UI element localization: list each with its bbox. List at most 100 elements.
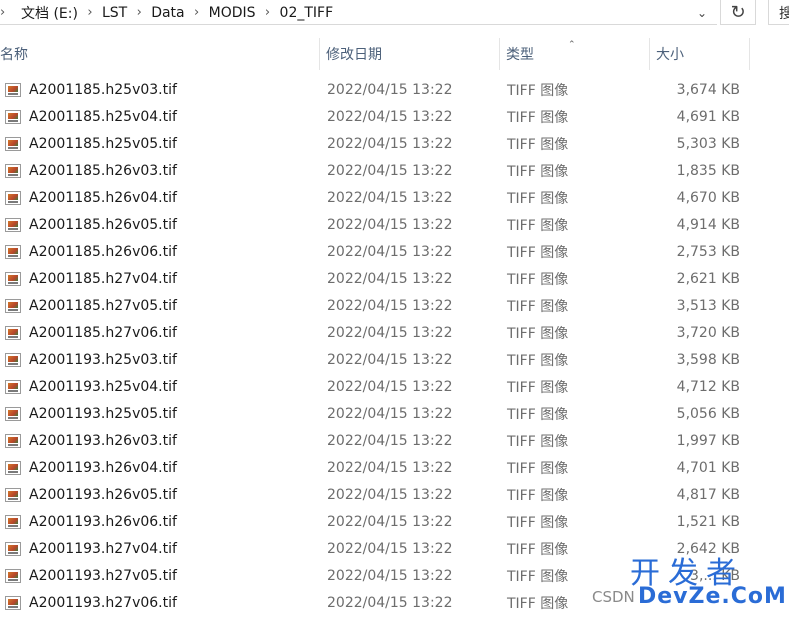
file-type: TIFF 图像 [507,244,569,261]
sort-ascending-icon: ⌃ [568,40,576,50]
file-date: 2022/04/15 13:22 [327,540,453,557]
file-type: TIFF 图像 [507,217,569,234]
file-type: TIFF 图像 [507,514,569,531]
file-type: TIFF 图像 [507,82,569,99]
address-dropdown-button[interactable]: ⌄ [690,0,714,25]
file-type: TIFF 图像 [507,136,569,153]
tif-file-icon [4,535,22,562]
table-row[interactable]: A2001185.h27v04.tif 2022/04/15 13:22 TIF… [0,265,789,292]
tif-file-icon [4,265,22,292]
file-type: TIFF 图像 [507,433,569,450]
table-row[interactable]: A2001185.h25v04.tif 2022/04/15 13:22 TIF… [0,103,789,130]
file-name: A2001185.h25v05.tif [29,135,177,152]
table-row[interactable]: A2001193.h26v04.tif 2022/04/15 13:22 TIF… [0,454,789,481]
breadcrumb-item-lst[interactable]: LST [101,5,128,21]
file-name: A2001193.h26v06.tif [29,513,177,530]
file-date: 2022/04/15 13:22 [327,594,453,611]
file-date: 2022/04/15 13:22 [327,432,453,449]
table-row[interactable]: A2001185.h25v05.tif 2022/04/15 13:22 TIF… [0,130,789,157]
file-size: 4,691 KB [676,108,740,125]
column-header-name[interactable]: 名称 [0,38,314,70]
file-date: 2022/04/15 13:22 [327,324,453,341]
file-name: A2001193.h27v04.tif [29,540,177,557]
refresh-button[interactable]: ↻ [720,0,756,25]
breadcrumb-separator-icon[interactable]: › [257,5,279,20]
file-size: 1,997 KB [676,432,740,449]
breadcrumb[interactable]: › 文档 (E:) › LST › Data › MODIS › 02_TIFF… [0,0,717,25]
file-type: TIFF 图像 [507,568,569,585]
column-header-date[interactable]: 修改日期 [320,38,500,70]
file-list: A2001185.h25v03.tif 2022/04/15 13:22 TIF… [0,76,789,616]
column-header-type-label: 类型 [506,47,534,63]
file-date: 2022/04/15 13:22 [327,486,453,503]
column-divider[interactable] [749,38,750,70]
table-row[interactable]: A2001185.h26v03.tif 2022/04/15 13:22 TIF… [0,157,789,184]
file-type: TIFF 图像 [507,595,569,612]
file-type: TIFF 图像 [507,271,569,288]
file-date: 2022/04/15 13:22 [327,351,453,368]
column-header-size[interactable]: 大小 [650,38,750,70]
table-row[interactable]: A2001193.h25v04.tif 2022/04/15 13:22 TIF… [0,373,789,400]
breadcrumb-separator-icon[interactable]: › [128,5,150,20]
file-size: 5,303 KB [676,135,740,152]
file-name: A2001193.h27v05.tif [29,567,177,584]
file-date: 2022/04/15 13:22 [327,567,453,584]
tif-file-icon [4,211,22,238]
watermark-csdn: CSDN [592,588,635,606]
breadcrumb-item-data[interactable]: Data [150,5,185,21]
table-row[interactable]: A2001185.h27v05.tif 2022/04/15 13:22 TIF… [0,292,789,319]
table-row[interactable]: A2001193.h26v06.tif 2022/04/15 13:22 TIF… [0,508,789,535]
tif-file-icon [4,184,22,211]
file-size: 4,670 KB [676,189,740,206]
file-size: 3,720 KB [676,324,740,341]
file-date: 2022/04/15 13:22 [327,378,453,395]
file-type: TIFF 图像 [507,406,569,423]
file-type: TIFF 图像 [507,109,569,126]
file-name: A2001193.h25v03.tif [29,351,177,368]
file-date: 2022/04/15 13:22 [327,243,453,260]
file-date: 2022/04/15 13:22 [327,270,453,287]
tif-file-icon [4,76,22,103]
file-name: A2001193.h25v04.tif [29,378,177,395]
table-row[interactable]: A2001185.h26v06.tif 2022/04/15 13:22 TIF… [0,238,789,265]
table-row[interactable]: A2001185.h25v03.tif 2022/04/15 13:22 TIF… [0,76,789,103]
tif-file-icon [4,157,22,184]
file-type: TIFF 图像 [507,487,569,504]
breadcrumb-item-modis[interactable]: MODIS [208,5,257,21]
column-header-size-label: 大小 [656,47,684,63]
breadcrumb-separator-icon[interactable]: › [79,5,101,20]
breadcrumb-separator-icon[interactable]: › [186,5,208,20]
chevron-down-icon: ⌄ [696,5,708,20]
table-row[interactable]: A2001185.h26v05.tif 2022/04/15 13:22 TIF… [0,211,789,238]
file-name: A2001193.h27v06.tif [29,594,177,611]
file-name: A2001185.h26v05.tif [29,216,177,233]
file-size: 1,521 KB [676,513,740,530]
breadcrumb-trail: › 文档 (E:) › LST › Data › MODIS › 02_TIFF [0,0,334,25]
table-row[interactable]: A2001185.h26v04.tif 2022/04/15 13:22 TIF… [0,184,789,211]
file-size: 3,513 KB [676,297,740,314]
tif-file-icon [4,103,22,130]
file-name: A2001185.h25v03.tif [29,81,177,98]
breadcrumb-separator-icon[interactable]: › [0,5,12,20]
table-row[interactable]: A2001185.h27v06.tif 2022/04/15 13:22 TIF… [0,319,789,346]
search-input[interactable]: 搜 [768,0,789,25]
breadcrumb-item-02-tiff[interactable]: 02_TIFF [279,5,335,21]
address-bar: › 文档 (E:) › LST › Data › MODIS › 02_TIFF… [0,0,789,27]
file-name: A2001185.h26v03.tif [29,162,177,179]
file-type: TIFF 图像 [507,298,569,315]
file-name: A2001185.h26v04.tif [29,189,177,206]
column-header-date-label: 修改日期 [326,47,382,63]
file-size: 4,817 KB [676,486,740,503]
tif-file-icon [4,238,22,265]
tif-file-icon [4,454,22,481]
table-row[interactable]: A2001193.h25v05.tif 2022/04/15 13:22 TIF… [0,400,789,427]
breadcrumb-item-drive[interactable]: 文档 (E:) [20,3,79,23]
table-row[interactable]: A2001193.h25v03.tif 2022/04/15 13:22 TIF… [0,346,789,373]
table-row[interactable]: A2001193.h26v05.tif 2022/04/15 13:22 TIF… [0,481,789,508]
file-type: TIFF 图像 [507,325,569,342]
column-header-row: 名称 修改日期 类型 大小 [0,38,789,70]
column-header-name-label: 名称 [0,47,28,63]
file-type: TIFF 图像 [507,163,569,180]
table-row[interactable]: A2001193.h26v03.tif 2022/04/15 13:22 TIF… [0,427,789,454]
file-type: TIFF 图像 [507,541,569,558]
